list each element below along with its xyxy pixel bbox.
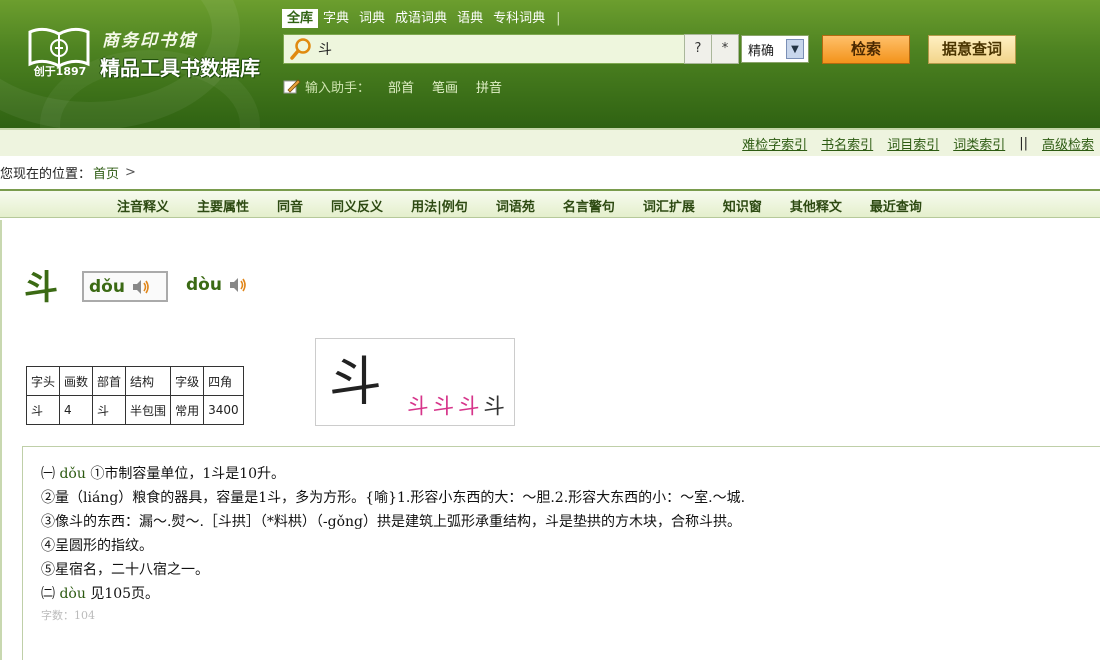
index-links: 难检字索引 书名索引 词目索引 词类索引 || 高级检索 — [728, 134, 1094, 153]
definition-line-1: ㈠ dǒu ①市制容量单位，1斗是10升。 — [41, 463, 285, 483]
chevron-down-icon[interactable]: ▼ — [786, 39, 804, 59]
definition-line-4: ④呈圆形的指纹。 — [41, 538, 153, 554]
table-header-row: 字头 画数 部首 结构 字级 四角 — [25, 366, 244, 396]
nav-usage[interactable]: 用法|例句 — [411, 196, 468, 215]
pinyin-1: dǒu — [89, 276, 125, 297]
nav-homophones[interactable]: 同音 — [277, 196, 303, 215]
breadcrumb: 您现在的位置： 首页 > — [0, 162, 136, 182]
definition-line-5: ⑤星宿名，二十八宿之一。 — [41, 562, 209, 578]
pencil-icon — [283, 79, 301, 94]
table-header: 结构 — [125, 366, 172, 396]
logo-title: 精品工具书数据库 — [100, 56, 260, 80]
char-count: 字数：104 — [41, 609, 95, 622]
sense-pinyin: dǒu — [59, 466, 86, 482]
logo-year: 创于1897 — [33, 65, 87, 78]
table-header: 部首 — [92, 366, 127, 396]
index-entry-link[interactable]: 词目索引 — [887, 134, 939, 153]
logo-publisher: 商务印书馆 — [102, 31, 197, 51]
breadcrumb-separator: > — [125, 164, 136, 180]
definition-line-2: ②量（liáng）粮食的器具，容量是1斗，多为方形。{喻}1.形容小东西的大：～… — [41, 490, 746, 506]
table-cell: 常用 — [170, 395, 205, 425]
stroke-step-1: 斗 — [407, 394, 429, 419]
table-header: 字级 — [170, 366, 205, 396]
nav-recent[interactable]: 最近查询 — [870, 196, 922, 215]
assist-radical-link[interactable]: 部首 — [388, 77, 414, 96]
definition-text: 见105页。 — [85, 586, 160, 602]
index-hard-chars-link[interactable]: 难检字索引 — [742, 134, 807, 153]
meaning-search-button[interactable]: 据意查词 — [928, 35, 1016, 64]
table-cell: 半包围 — [125, 395, 172, 425]
table-header: 字头 — [25, 366, 61, 396]
stroke-step-4: 斗 — [483, 394, 505, 419]
tab-cidian[interactable]: 词典 — [354, 9, 390, 28]
breadcrumb-home-link[interactable]: 首页 — [93, 163, 119, 182]
match-mode-value: 精确 — [748, 43, 775, 59]
tab-chengyu[interactable]: 成语词典 — [390, 9, 452, 28]
entry-character: 斗 — [24, 268, 58, 308]
nav-knowledge[interactable]: 知识窗 — [723, 196, 762, 215]
stroke-step-2: 斗 — [433, 394, 455, 419]
input-assistant: 输入助手： 部首 笔画 拼音 — [283, 77, 502, 96]
header: 创于1897 商务印书馆 精品工具书数据库 全库 字典 词典 成语词典 语典 专… — [0, 0, 1100, 128]
pinyin-1-box: dǒu — [82, 271, 168, 302]
search-input[interactable] — [318, 37, 658, 61]
table-cell: 3400 — [203, 395, 244, 425]
pinyin-2-box: dòu — [186, 275, 248, 295]
breadcrumb-label: 您现在的位置： — [0, 166, 92, 182]
table-cell: 4 — [59, 395, 94, 425]
table-header: 画数 — [59, 366, 94, 396]
pinyin-2: dòu — [186, 275, 222, 295]
match-mode-select[interactable]: 精确 ▼ — [741, 35, 809, 63]
index-wordclass-link[interactable]: 词类索引 — [953, 134, 1005, 153]
tab-all[interactable]: 全库 — [282, 8, 319, 28]
advanced-search-link[interactable]: 高级检索 — [1042, 134, 1094, 153]
speaker-icon[interactable] — [228, 277, 248, 293]
table-row: 斗 4 斗 半包围 常用 3400 — [25, 395, 244, 425]
attribute-table: 字头 画数 部首 结构 字级 四角 斗 4 斗 半包围 常用 3400 — [25, 366, 244, 425]
tab-zidian[interactable]: 字典 — [318, 9, 354, 28]
stroke-order-image: 斗 斗 斗 斗 斗 — [315, 338, 515, 426]
wildcard-question-button[interactable]: ? — [684, 34, 712, 64]
nav-quotes[interactable]: 名言警句 — [563, 196, 615, 215]
nav-synonyms[interactable]: 同义反义 — [331, 196, 383, 215]
nav-pronunciation[interactable]: 注音释义 — [117, 196, 169, 215]
index-book-link[interactable]: 书名索引 — [821, 134, 873, 153]
table-cell: 斗 — [25, 395, 61, 425]
index-separator: || — [1019, 136, 1028, 151]
sense-pinyin: dòu — [59, 586, 86, 602]
tab-separator: | — [556, 10, 561, 26]
section-nav: 注音释义 主要属性 同音 同义反义 用法|例句 词语苑 名言警句 词汇扩展 知识… — [0, 189, 1100, 218]
nav-vocab[interactable]: 词汇扩展 — [643, 196, 695, 215]
assist-stroke-link[interactable]: 笔画 — [432, 77, 458, 96]
nav-words[interactable]: 词语苑 — [496, 196, 535, 215]
nav-attributes[interactable]: 主要属性 — [197, 196, 249, 215]
stroke-step-3: 斗 — [458, 394, 480, 419]
speaker-icon[interactable] — [131, 279, 151, 295]
assist-pinyin-link[interactable]: 拼音 — [476, 77, 502, 96]
database-tabs: 全库 字典 词典 成语词典 语典 专科词典 | — [282, 8, 560, 28]
index-bar: 难检字索引 书名索引 词目索引 词类索引 || 高级检索 — [0, 128, 1100, 156]
sense-marker: ㈡ — [41, 586, 60, 602]
tab-yudian[interactable]: 语典 — [452, 9, 488, 28]
definition-text: ①市制容量单位，1斗是10升。 — [85, 466, 286, 482]
search-box — [283, 34, 685, 64]
table-header: 四角 — [203, 366, 244, 396]
definition-line-3: ③像斗的东西：漏～.熨～.［斗拱］（*料栱）（-gǒng）拱是建筑上弧形承重结构… — [41, 514, 741, 530]
search-button[interactable]: 检索 — [822, 35, 910, 64]
main-content: 斗 dǒu dòu 字头 画数 部首 结构 字级 四角 斗 4 斗 半包围 常用… — [0, 220, 1100, 660]
wildcard-star-button[interactable]: * — [711, 34, 739, 64]
stroke-large-char: 斗 — [329, 352, 382, 413]
tab-zhuanke[interactable]: 专科词典 — [488, 9, 550, 28]
definition-line-6: ㈡ dòu 见105页。 — [41, 583, 159, 603]
sense-marker: ㈠ — [41, 466, 60, 482]
definitions-panel: ㈠ dǒu ①市制容量单位，1斗是10升。 ②量（liáng）粮食的器具，容量是… — [22, 446, 1100, 660]
table-cell: 斗 — [92, 395, 127, 425]
nav-other[interactable]: 其他释文 — [790, 196, 842, 215]
assist-label: 输入助手： — [305, 80, 371, 96]
search-icon — [290, 38, 311, 60]
